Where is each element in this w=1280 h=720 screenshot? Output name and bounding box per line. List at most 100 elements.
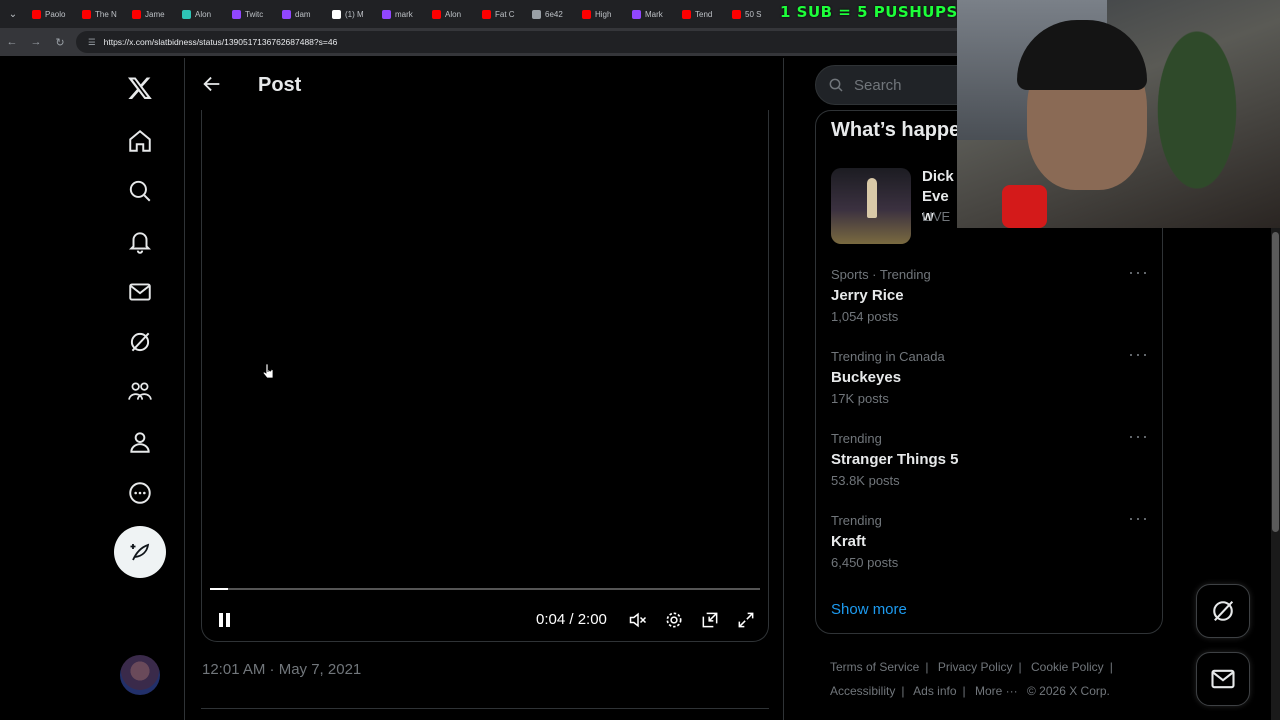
browser-tab[interactable]: 50 S <box>726 0 776 28</box>
video-progress-bar[interactable] <box>210 588 760 590</box>
trend-item[interactable]: Trending in Canada Buckeyes 17K posts ··… <box>831 345 1149 419</box>
trend-category: Trending <box>831 513 882 528</box>
trend-more-icon[interactable]: ··· <box>1128 427 1149 445</box>
browser-tab[interactable]: (1) M <box>326 0 376 28</box>
tab-label: Mark <box>645 9 663 19</box>
tab-favicon-icon <box>32 9 41 19</box>
account-avatar[interactable] <box>120 655 160 695</box>
live-event-thumbnail[interactable] <box>831 168 911 244</box>
explore-search-icon[interactable] <box>124 175 156 207</box>
profile-icon[interactable] <box>124 426 156 458</box>
live-badge: LIVE <box>922 209 951 224</box>
video-settings-gear-icon[interactable] <box>664 610 684 630</box>
tab-label: Twitc <box>245 9 264 19</box>
pause-icon[interactable] <box>216 611 234 629</box>
tab-label: Fat C <box>495 9 515 19</box>
tab-favicon-icon <box>682 9 691 19</box>
trend-more-icon[interactable]: ··· <box>1128 345 1149 363</box>
webcam-overlay <box>957 0 1280 228</box>
trend-more-icon[interactable]: ··· <box>1128 263 1149 281</box>
cookie-link[interactable]: Cookie Policy <box>1031 660 1104 674</box>
tab-favicon-icon <box>382 9 391 19</box>
more-link[interactable]: More ··· <box>975 684 1018 698</box>
tab-list-dropdown[interactable]: ⌄ <box>0 0 26 28</box>
home-icon[interactable] <box>124 125 156 157</box>
page-scrollbar-thumb[interactable] <box>1272 232 1279 532</box>
notifications-bell-icon[interactable] <box>124 226 156 258</box>
tab-label: Alon <box>195 9 212 19</box>
browser-tab[interactable]: Paolo <box>26 0 76 28</box>
tab-label: Tend <box>695 9 713 19</box>
tab-favicon-icon <box>82 9 91 19</box>
browser-tab[interactable]: Alon <box>426 0 476 28</box>
reload-icon[interactable]: ↻ <box>48 36 72 49</box>
tab-favicon-icon <box>182 9 191 19</box>
mute-volume-icon[interactable] <box>628 610 648 630</box>
x-logo-icon[interactable] <box>124 72 156 104</box>
grok-icon <box>1213 600 1234 622</box>
copyright: © 2026 X Corp. <box>1027 684 1110 698</box>
trend-category: Sports · Trending <box>831 267 931 282</box>
browser-tab[interactable]: Twitc <box>226 0 276 28</box>
privacy-link[interactable]: Privacy Policy <box>938 660 1013 674</box>
browser-tab[interactable]: 6e42 <box>526 0 576 28</box>
browser-tab[interactable]: mark <box>376 0 426 28</box>
tab-label: dam <box>295 9 311 19</box>
hand-cursor-icon <box>262 363 274 379</box>
video-timecode: 0:04 / 2:00 <box>536 611 607 628</box>
grok-float-button[interactable] <box>1196 584 1250 638</box>
trend-category: Trending in Canada <box>831 349 945 364</box>
picture-in-picture-icon[interactable] <box>700 610 720 630</box>
webcam-christmas-tree <box>1147 10 1247 210</box>
site-info-icon[interactable]: ☰ <box>88 37 96 48</box>
show-more-link[interactable]: Show more <box>831 601 907 618</box>
more-options-icon[interactable] <box>124 477 156 509</box>
tab-favicon-icon <box>432 9 441 19</box>
browser-tab[interactable]: Jame <box>126 0 176 28</box>
grok-icon[interactable] <box>124 326 156 358</box>
video-player[interactable]: 0:04 / 2:00 <box>201 110 769 642</box>
tab-label: 6e42 <box>545 9 563 19</box>
browser-tab[interactable]: The N <box>76 0 126 28</box>
footer-links: Terms of Service | Privacy Policy | Cookie… <box>830 660 1113 698</box>
page-title: Post <box>258 74 302 96</box>
post-timestamp[interactable]: 12:01 AM · May 7, 2021 <box>202 661 361 678</box>
messages-float-button[interactable] <box>1196 652 1250 706</box>
trend-post-count: 1,054 posts <box>831 309 899 324</box>
trend-item[interactable]: Trending Kraft 6,450 posts ··· <box>831 509 1149 583</box>
browser-tab[interactable]: Mark <box>626 0 676 28</box>
envelope-icon <box>1211 669 1235 689</box>
trend-item[interactable]: Trending Stranger Things 5 53.8K posts ·… <box>831 427 1149 501</box>
terms-link[interactable]: Terms of Service <box>830 660 919 674</box>
accessibility-link[interactable]: Accessibility <box>830 684 895 698</box>
trends-title: What’s happe <box>831 119 961 141</box>
communities-icon[interactable] <box>124 376 156 408</box>
back-arrow-icon[interactable] <box>201 73 223 95</box>
address-field[interactable]: ☰ https://x.com/slatbidness/status/13905… <box>76 31 960 53</box>
browser-url-bar: ← → ↻ ☰ https://x.com/slatbidness/status… <box>0 28 960 56</box>
browser-tab[interactable]: Fat C <box>476 0 526 28</box>
browser-tab[interactable]: High <box>576 0 626 28</box>
trend-post-count: 6,450 posts <box>831 555 899 570</box>
forward-nav-icon[interactable]: → <box>24 36 48 48</box>
ads-info-link[interactable]: Ads info <box>913 684 956 698</box>
browser-tab[interactable]: Alon <box>176 0 226 28</box>
trend-more-icon[interactable]: ··· <box>1128 509 1149 527</box>
back-nav-icon[interactable]: ← <box>0 36 24 48</box>
webcam-microphone <box>1002 185 1047 228</box>
trend-name: Stranger Things 5 <box>831 451 959 468</box>
browser-tab[interactable]: dam <box>276 0 326 28</box>
tab-favicon-icon <box>582 9 591 19</box>
browser-tab[interactable]: Tend <box>676 0 726 28</box>
compose-post-button[interactable] <box>114 526 166 578</box>
trend-name: Kraft <box>831 533 867 550</box>
fullscreen-icon[interactable] <box>736 610 756 630</box>
tab-favicon-icon <box>282 9 291 19</box>
tab-label: The N <box>95 9 117 19</box>
trend-item[interactable]: Sports · Trending Jerry Rice 1,054 posts… <box>831 263 1149 337</box>
tab-label: mark <box>395 9 413 19</box>
tab-favicon-icon <box>482 9 491 19</box>
tab-favicon-icon <box>132 9 141 19</box>
messages-envelope-icon[interactable] <box>124 276 156 308</box>
url-text: https://x.com/slatbidness/status/1390517… <box>103 37 338 47</box>
